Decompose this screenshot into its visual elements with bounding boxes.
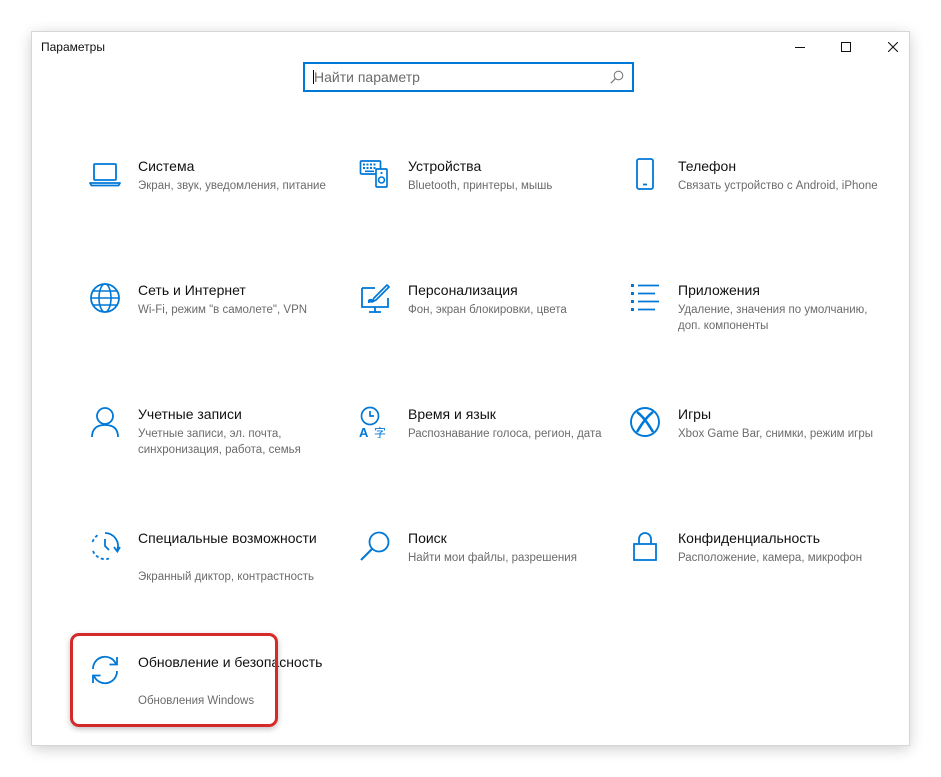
tile-network[interactable]: Сеть и Интернет Wi-Fi, режим "в самолете…	[89, 282, 339, 372]
tile-description: Xbox Game Bar, снимки, режим игры	[678, 428, 874, 440]
accessibility-icon	[91, 532, 121, 560]
tile-title: Система	[138, 158, 195, 174]
tile-description: Экранный диктор, контрастность	[138, 571, 315, 583]
tile-accounts[interactable]: Учетные записи Учетные записи, эл. почта…	[89, 406, 339, 496]
tile-title: Персонализация	[408, 282, 518, 298]
highlight-frame	[70, 633, 278, 727]
tile-title: Приложения	[678, 282, 760, 298]
tile-title: Поиск	[408, 530, 447, 546]
settings-window: Параметры Система Экран, звук, уведомлен…	[32, 32, 909, 745]
tile-time-language[interactable]: A 字 Время и язык Распознавание голоса, р…	[359, 406, 609, 496]
devices-icon	[359, 160, 388, 188]
time-language-icon: A 字	[359, 406, 386, 438]
tile-gaming[interactable]: Игры Xbox Game Bar, снимки, режим игры	[629, 406, 879, 496]
search-box[interactable]	[303, 62, 634, 92]
tile-description: Распознавание голоса, регион, дата	[408, 428, 602, 440]
tile-description: Wi-Fi, режим "в самолете", VPN	[138, 304, 308, 316]
tile-description: Найти мои файлы, разрешения	[408, 552, 577, 564]
tile-title: Сеть и Интернет	[138, 282, 246, 298]
xbox-icon	[630, 407, 660, 437]
person-icon	[91, 407, 119, 438]
minimize-icon	[795, 47, 805, 48]
phone-icon	[636, 158, 654, 190]
tile-description: Расположение, камера, микрофон	[678, 552, 863, 564]
minimize-button[interactable]	[777, 32, 823, 62]
globe-icon	[90, 283, 120, 313]
close-icon	[888, 42, 898, 52]
tile-description: Учетные записи, эл. почта, синхронизация…	[138, 428, 301, 456]
tile-personalization[interactable]: Персонализация Фон, экран блокировки, цв…	[359, 282, 609, 372]
tile-privacy[interactable]: Конфиденциальность Расположение, камера,…	[629, 530, 879, 620]
tile-devices[interactable]: Устройства Bluetooth, принтеры, мышь	[359, 158, 609, 248]
tile-title: Телефон	[678, 158, 737, 174]
tile-description: Связать устройство с Android, iPhone	[678, 180, 878, 192]
tile-description: Экран, звук, уведомления, питание	[138, 180, 326, 192]
tile-title: Учетные записи	[138, 406, 242, 422]
svg-text:A: A	[359, 425, 369, 438]
svg-text:字: 字	[374, 425, 386, 438]
tile-title: Игры	[678, 406, 712, 422]
apps-list-icon	[631, 284, 659, 311]
search-input[interactable]	[314, 64, 604, 90]
tile-title: Конфиденциальность	[678, 530, 821, 546]
tile-system[interactable]: Система Экран, звук, уведомления, питани…	[89, 158, 339, 248]
tile-apps[interactable]: Приложения Удаление, значения по умолчан…	[629, 282, 879, 372]
search-icon	[360, 531, 390, 561]
lock-icon	[633, 532, 657, 561]
tile-title: Специальные возможности	[138, 530, 317, 546]
window-title: Параметры	[41, 40, 105, 54]
title-bar: Параметры	[32, 32, 909, 62]
maximize-icon	[841, 42, 851, 52]
search-icon[interactable]	[610, 70, 624, 84]
tile-title: Устройства	[408, 158, 482, 174]
tile-description: Удаление, значения по умолчанию, доп. ко…	[678, 304, 868, 332]
maximize-button[interactable]	[823, 32, 869, 62]
tile-search[interactable]: Поиск Найти мои файлы, разрешения	[359, 530, 609, 620]
tile-description: Bluetooth, принтеры, мышь	[408, 180, 553, 192]
laptop-icon	[89, 163, 121, 187]
tile-phone[interactable]: Телефон Связать устройство с Android, iP…	[629, 158, 879, 248]
personalization-icon	[361, 284, 390, 313]
tile-title: Время и язык	[408, 406, 496, 422]
tile-description: Фон, экран блокировки, цвета	[408, 304, 567, 316]
tile-accessibility[interactable]: Специальные возможности Экранный диктор,…	[89, 530, 339, 620]
close-button[interactable]	[870, 32, 916, 62]
